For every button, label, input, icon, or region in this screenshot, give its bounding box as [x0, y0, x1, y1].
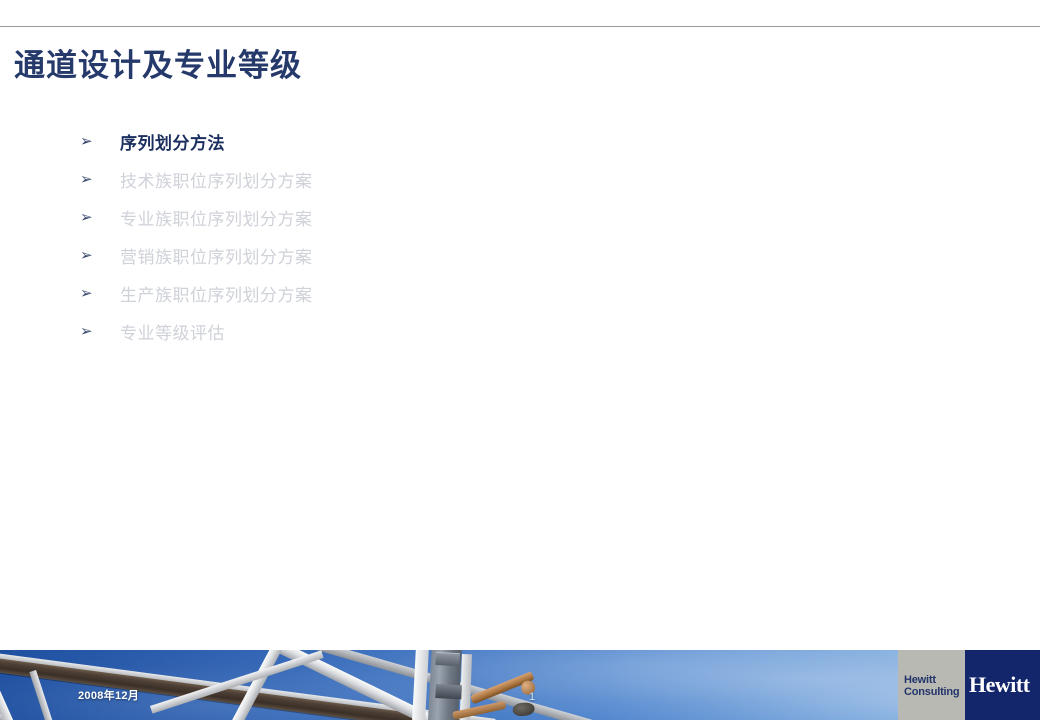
page-number: 1	[529, 691, 536, 703]
agenda-item-label: 生产族职位序列划分方案	[120, 285, 313, 305]
footer-photo-band	[0, 650, 1040, 720]
header-divider	[0, 26, 1040, 27]
logo-wordmark: Hewitt	[969, 672, 1030, 697]
page-title: 通道设计及专业等级	[14, 48, 302, 83]
hewitt-logo-lockup: Hewitt Consulting Hewitt	[898, 650, 1040, 720]
logo-consulting-line2: Consulting	[904, 686, 960, 698]
steel-bracket-lower	[435, 684, 462, 700]
agenda-item-5[interactable]: ➢ 生产族职位序列划分方案	[80, 274, 680, 312]
logo-navy-panel: Hewitt	[965, 650, 1040, 720]
arrow-bullet-icon: ➢	[80, 131, 93, 150]
agenda-item-2[interactable]: ➢ 技术族职位序列划分方案	[80, 160, 680, 198]
steel-bracket-upper	[435, 652, 460, 667]
logo-gray-panel: Hewitt Consulting	[898, 650, 965, 720]
agenda-item-label: 专业等级评估	[120, 323, 225, 343]
logo-consulting-line1: Hewitt	[904, 674, 936, 686]
agenda-item-6[interactable]: ➢ 专业等级评估	[80, 312, 680, 350]
arrow-bullet-icon: ➢	[80, 321, 93, 340]
logo-consulting-text: Hewitt Consulting	[904, 674, 960, 698]
slide-canvas: 通道设计及专业等级 ➢ 序列划分方法 ➢ 技术族职位序列划分方案 ➢ 专业族职位…	[0, 0, 1040, 720]
arrow-bullet-icon: ➢	[80, 245, 93, 264]
arrow-bullet-icon: ➢	[80, 283, 93, 302]
agenda-item-label: 技术族职位序列划分方案	[120, 171, 313, 191]
arrow-bullet-icon: ➢	[80, 169, 93, 188]
footer-date: 2008年12月	[78, 690, 140, 702]
agenda-item-4[interactable]: ➢ 营销族职位序列划分方案	[80, 236, 680, 274]
arrow-bullet-icon: ➢	[80, 207, 93, 226]
agenda-item-label: 营销族职位序列划分方案	[120, 247, 313, 267]
agenda-list: ➢ 序列划分方法 ➢ 技术族职位序列划分方案 ➢ 专业族职位序列划分方案 ➢ 营…	[80, 122, 680, 350]
agenda-item-3[interactable]: ➢ 专业族职位序列划分方案	[80, 198, 680, 236]
agenda-item-label: 专业族职位序列划分方案	[120, 209, 313, 229]
agenda-item-label: 序列划分方法	[120, 133, 225, 153]
agenda-item-1[interactable]: ➢ 序列划分方法	[80, 122, 680, 160]
